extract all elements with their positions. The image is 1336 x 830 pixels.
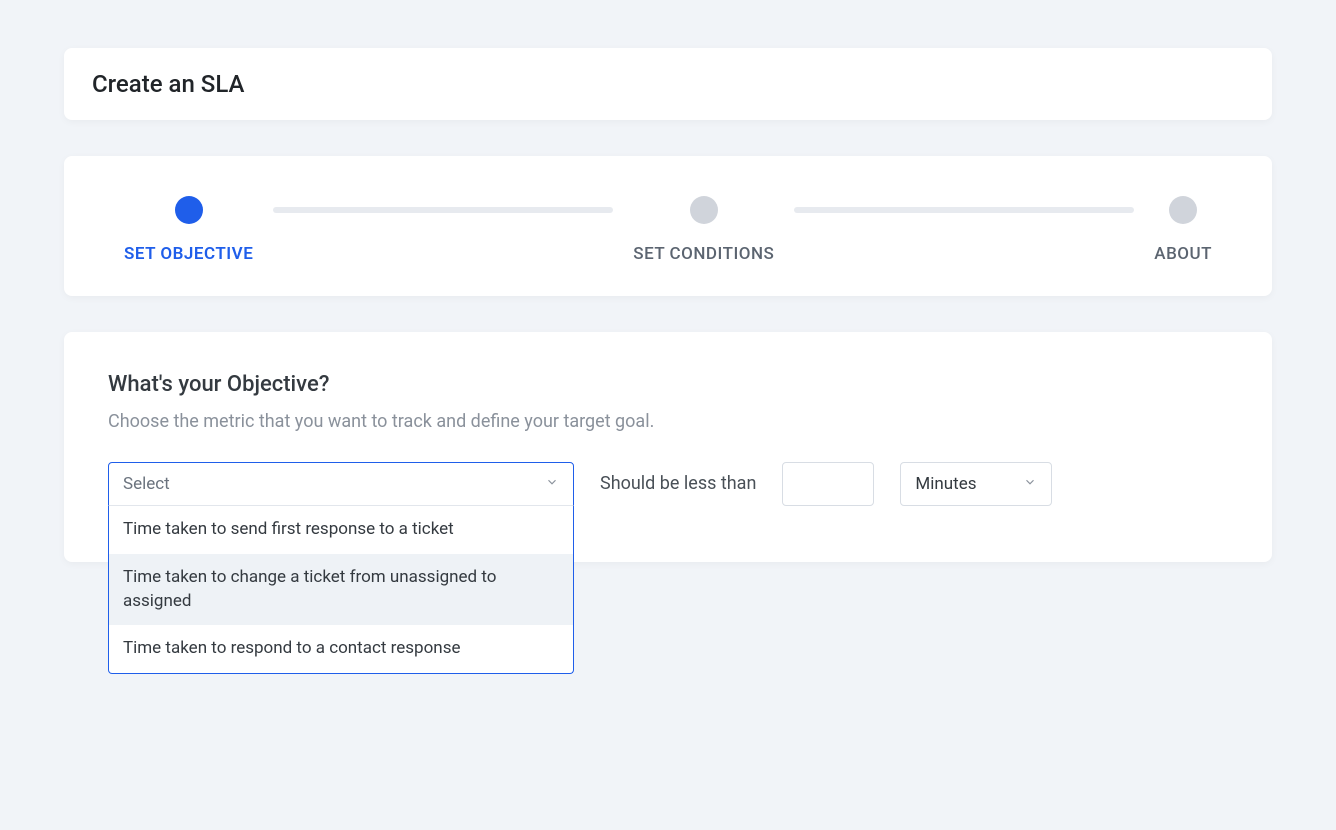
step-connector — [273, 207, 613, 213]
section-description: Choose the metric that you want to track… — [108, 411, 1228, 432]
chevron-down-icon — [545, 474, 559, 494]
stepper-card: SET OBJECTIVE SET CONDITIONS ABOUT — [64, 156, 1272, 296]
metric-option[interactable]: Time taken to respond to a contact respo… — [109, 625, 573, 673]
metric-select-placeholder: Select — [123, 474, 170, 494]
page-title: Create an SLA — [92, 70, 1244, 98]
chevron-down-icon — [1023, 474, 1037, 494]
section-title: What's your Objective? — [108, 372, 1228, 397]
metric-option[interactable]: Time taken to change a ticket from unass… — [109, 554, 573, 626]
header-card: Create an SLA — [64, 48, 1272, 120]
step-connector — [794, 207, 1134, 213]
step-about[interactable]: ABOUT — [1154, 196, 1212, 264]
step-dot-icon — [175, 196, 203, 224]
metric-select-wrap: Select Time taken to send first response… — [108, 462, 574, 506]
unit-select-value: Minutes — [915, 474, 976, 494]
objective-form-row: Select Time taken to send first response… — [108, 462, 1228, 506]
step-label: SET CONDITIONS — [633, 244, 774, 264]
metric-option[interactable]: Time taken to send first response to a t… — [109, 506, 573, 554]
step-set-conditions[interactable]: SET CONDITIONS — [633, 196, 774, 264]
metric-dropdown: Time taken to send first response to a t… — [108, 505, 574, 674]
stepper: SET OBJECTIVE SET CONDITIONS ABOUT — [124, 196, 1212, 264]
step-dot-icon — [690, 196, 718, 224]
unit-select[interactable]: Minutes — [900, 462, 1052, 506]
metric-select[interactable]: Select — [108, 462, 574, 506]
step-label: ABOUT — [1154, 244, 1212, 264]
objective-card: What's your Objective? Choose the metric… — [64, 332, 1272, 562]
step-label: SET OBJECTIVE — [124, 244, 253, 264]
threshold-label: Should be less than — [600, 462, 756, 506]
threshold-value-input[interactable] — [782, 462, 874, 506]
step-set-objective[interactable]: SET OBJECTIVE — [124, 196, 253, 264]
step-dot-icon — [1169, 196, 1197, 224]
